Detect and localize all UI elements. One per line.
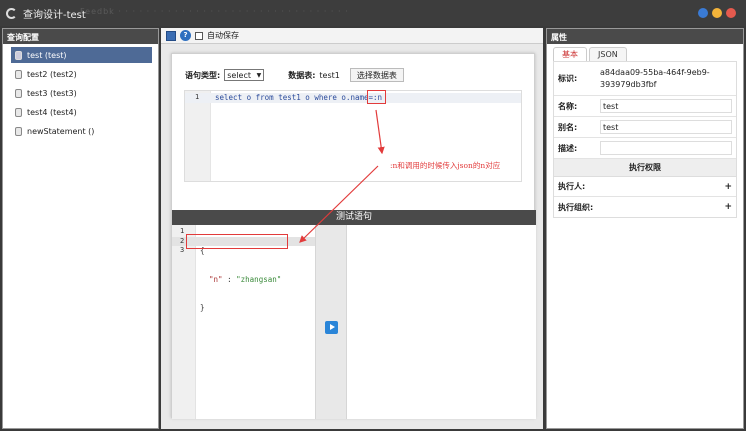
description-field[interactable] [600, 141, 732, 155]
properties-form: 标识: a84daa09-55ba-464f-9eb9-393979db3fbf… [553, 61, 737, 218]
json-gutter [172, 225, 196, 419]
table-label: 数据表: [288, 70, 316, 80]
json-line-3: } [200, 303, 205, 312]
properties-header: 属性 [547, 29, 743, 44]
save-icon[interactable] [166, 30, 176, 41]
autosave-checkbox[interactable] [195, 31, 203, 40]
properties-panel: 属性 基本 JSON 标识: a84daa09-55ba-464f-9eb9-3… [546, 28, 744, 429]
json-line-2: "n" : "zhangsan" [200, 275, 281, 285]
tree-item-test4[interactable]: test4 (test4) [11, 104, 152, 120]
statement-type-select[interactable]: select ▼ [224, 69, 265, 81]
org-label: 执行组织: [558, 202, 594, 212]
test-statement-header: 测试语句 [172, 210, 536, 225]
add-executor-button[interactable]: + [724, 182, 732, 192]
chevron-down-icon: ▼ [256, 71, 262, 79]
statement-type-label: 语句类型: [185, 70, 221, 80]
json-value: "zhangsan" [236, 274, 282, 284]
description-row: 描述: [554, 138, 736, 159]
name-field[interactable]: test [600, 99, 732, 113]
line-number: 1 [180, 227, 185, 235]
sql-code: select o from test1 o where o.name=:n [215, 93, 383, 102]
title-bar: 查询设计-test Feedbk · · · · · · · · · · · ·… [0, 0, 746, 26]
statement-form: 语句类型: select ▼ 数据表: test1 选择数据表 [185, 68, 404, 82]
statement-type-value: select [227, 70, 251, 80]
line-number: 2 [180, 236, 185, 245]
annotation-text: :n和调用的时候传入json的n对应 [390, 161, 501, 170]
tree-item-label: test3 (test3) [27, 88, 77, 98]
id-value: a84daa09-55ba-464f-9eb9-393979db3fbf [600, 67, 710, 89]
database-icon [15, 88, 22, 98]
param-highlight-box [367, 90, 386, 104]
background-ghost-text: Feedbk · · · · · · · · · · · · · · · · ·… [80, 7, 349, 16]
minimize-button[interactable] [698, 8, 708, 18]
permission-header: 执行权限 [554, 159, 736, 177]
statement-card: 语句类型: select ▼ 数据表: test1 选择数据表 1 select… [171, 53, 536, 419]
result-pane [347, 225, 536, 419]
alias-label: 别名: [558, 122, 578, 132]
run-button[interactable] [325, 321, 338, 334]
help-icon[interactable]: ? [180, 30, 191, 41]
add-org-button[interactable]: + [724, 202, 732, 212]
alias-field[interactable]: test [600, 120, 732, 134]
tab-basic[interactable]: 基本 [553, 47, 587, 61]
line-number: 3 [180, 246, 185, 254]
tree-item-label: test4 (test4) [27, 107, 77, 117]
database-icon [15, 69, 22, 79]
window-controls [698, 8, 736, 18]
tree-item-label: test (test) [27, 50, 67, 60]
query-config-panel: 查询配置 test (test) test2 (test2) test3 (te… [2, 28, 159, 429]
alias-row: 别名: test [554, 117, 736, 138]
refresh-icon [6, 7, 17, 19]
tree-item-newstatement[interactable]: newStatement () [11, 123, 152, 139]
tree-item-test3[interactable]: test3 (test3) [11, 85, 152, 101]
json-params-editor[interactable]: 1 2 3 { "n" : "zhangsan" } [172, 225, 315, 419]
tree-item-test2[interactable]: test2 (test2) [11, 66, 152, 82]
description-label: 描述: [558, 143, 578, 153]
table-value: test1 [319, 70, 340, 80]
org-row: 执行组织: + [554, 197, 736, 217]
toolbar: ? 自动保存 [161, 28, 543, 44]
window-title: 查询设计-test [23, 9, 86, 21]
close-button[interactable] [726, 8, 736, 18]
properties-tabs: 基本 JSON [553, 47, 743, 61]
database-icon [15, 107, 22, 117]
database-icon [15, 50, 22, 60]
query-designer: ? 自动保存 语句类型: select ▼ 数据表: test1 选择数据表 1… [161, 28, 543, 429]
sql-gutter [185, 91, 211, 181]
name-label: 名称: [558, 101, 578, 111]
json-key: "n" [209, 274, 223, 284]
tree-item-label: newStatement () [27, 126, 95, 136]
query-config-header: 查询配置 [3, 29, 158, 44]
json-highlight-box [186, 234, 288, 249]
name-row: 名称: test [554, 96, 736, 117]
choose-table-button[interactable]: 选择数据表 [349, 68, 404, 82]
tree-item-test[interactable]: test (test) [11, 47, 152, 63]
executor-label: 执行人: [558, 182, 586, 191]
tree-item-label: test2 (test2) [27, 69, 77, 79]
executor-row: 执行人: + [554, 177, 736, 197]
autosave-label: 自动保存 [207, 31, 239, 40]
id-row: 标识: a84daa09-55ba-464f-9eb9-393979db3fbf [554, 62, 736, 96]
json-sep: : [222, 274, 237, 284]
maximize-button[interactable] [712, 8, 722, 18]
database-icon [15, 126, 22, 136]
tab-json[interactable]: JSON [589, 47, 627, 61]
id-label: 标识: [558, 74, 578, 83]
